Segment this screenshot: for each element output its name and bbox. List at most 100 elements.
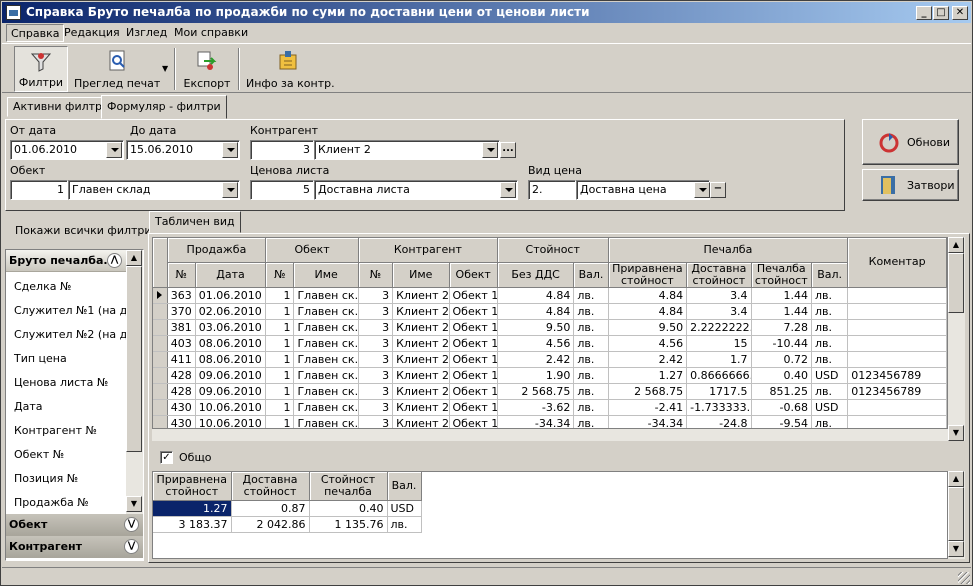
object-num-cell[interactable]: 1 bbox=[265, 335, 295, 352]
client-name-cell[interactable]: Клиент 2 bbox=[392, 399, 450, 416]
sale-num-cell[interactable]: 381 bbox=[167, 319, 196, 336]
profit-currency-cell[interactable]: лв. bbox=[811, 287, 849, 304]
row-indicator[interactable] bbox=[153, 351, 168, 368]
sale-num-cell[interactable]: 430 bbox=[167, 415, 196, 428]
profit-currency-cell[interactable]: лв. bbox=[811, 319, 849, 336]
value-currency-cell[interactable]: лв. bbox=[573, 319, 609, 336]
sale-num-cell[interactable]: 430 bbox=[167, 399, 196, 416]
list-item[interactable]: Продажба № bbox=[14, 496, 89, 509]
client-object-cell[interactable]: Обект 1 bbox=[449, 367, 498, 384]
table-row[interactable]: 428 09.06.2010 1 Главен ск... 3 Клиент 2 Обект… bbox=[153, 367, 947, 384]
client-browse-button[interactable]: ... bbox=[500, 142, 516, 158]
comment-cell[interactable]: 0123456789 bbox=[847, 383, 947, 400]
sale-num-cell[interactable]: 370 bbox=[167, 303, 196, 320]
profit-value-cell[interactable]: 0.40 bbox=[751, 367, 812, 384]
client-name-cell[interactable]: Клиент 2 bbox=[392, 319, 450, 336]
client-name-cell[interactable]: Клиент 2 bbox=[392, 383, 450, 400]
value-currency-cell[interactable]: лв. bbox=[573, 367, 609, 384]
field-list-scrollbar[interactable]: ▲ ▼ bbox=[126, 250, 143, 514]
object-name-cell[interactable]: Главен ск... bbox=[293, 303, 359, 320]
pricelist-code-input[interactable]: 5 bbox=[250, 180, 314, 200]
profit-value-cell[interactable]: -9.54 bbox=[751, 415, 812, 428]
price-type-clear-button[interactable]: − bbox=[710, 182, 726, 198]
table-row[interactable]: 1.27 0.87 0.40 USD bbox=[153, 500, 422, 517]
tab-table-view[interactable]: Табличен вид bbox=[149, 211, 241, 233]
value-currency-cell[interactable]: лв. bbox=[573, 351, 609, 368]
group-object[interactable]: Обект ⋁ bbox=[6, 514, 143, 536]
value-no-vat-cell[interactable]: 1.90 bbox=[497, 367, 575, 384]
chevron-down-icon[interactable]: ⋁ bbox=[124, 539, 139, 554]
equalized-value-cell[interactable]: 4.56 bbox=[608, 335, 688, 352]
maximize-button[interactable]: □ bbox=[933, 6, 949, 20]
sale-num-cell[interactable]: 428 bbox=[167, 383, 196, 400]
list-item[interactable]: Дата bbox=[14, 400, 42, 413]
value-no-vat-cell[interactable]: -34.34 bbox=[497, 415, 575, 428]
client-object-cell[interactable]: Обект 1 bbox=[449, 415, 498, 428]
value-no-vat-cell[interactable]: 4.56 bbox=[497, 335, 575, 352]
value-currency-cell[interactable]: лв. bbox=[573, 415, 609, 428]
delivery-value-cell[interactable]: 1717.5 bbox=[686, 383, 752, 400]
list-item[interactable]: Ценова листа № bbox=[14, 376, 108, 389]
export-button[interactable]: Експорт bbox=[182, 46, 232, 92]
value-currency-cell[interactable]: лв. bbox=[573, 335, 609, 352]
pricelist-dropdown-icon[interactable] bbox=[500, 182, 516, 198]
list-item[interactable]: Обект № bbox=[14, 448, 64, 461]
totals-profit-cell[interactable]: 0.40 bbox=[309, 500, 388, 517]
scroll-thumb[interactable] bbox=[126, 266, 142, 452]
object-name-cell[interactable]: Главен ск... bbox=[293, 319, 359, 336]
client-name-cell[interactable]: Клиент 2 bbox=[392, 351, 450, 368]
list-item[interactable]: Контрагент № bbox=[14, 424, 97, 437]
delivery-value-cell[interactable]: 2.2222222... bbox=[686, 319, 752, 336]
object-name-cell[interactable]: Главен ск... bbox=[293, 399, 359, 416]
equalized-value-cell[interactable]: 2 568.75 bbox=[608, 383, 688, 400]
current-row-arrow-icon[interactable] bbox=[153, 287, 168, 304]
object-num-cell[interactable]: 1 bbox=[265, 303, 295, 320]
client-dropdown-icon[interactable] bbox=[482, 142, 498, 158]
object-num-cell[interactable]: 1 bbox=[265, 383, 295, 400]
profit-currency-cell[interactable]: лв. bbox=[811, 303, 849, 320]
price-type-dropdown-icon[interactable] bbox=[694, 182, 710, 198]
totals-checkbox[interactable]: ✓ bbox=[160, 451, 173, 464]
profit-value-cell[interactable]: 851.25 bbox=[751, 383, 812, 400]
totals-scrollbar[interactable]: ▲ ▼ bbox=[948, 471, 965, 559]
client-name-input[interactable]: Клиент 2 bbox=[314, 140, 500, 160]
delivery-value-cell[interactable]: -1.733333... bbox=[686, 399, 752, 416]
equalized-value-cell[interactable]: 4.84 bbox=[608, 303, 688, 320]
table-row[interactable]: 430 10.06.2010 1 Главен ск... 3 Клиент 2 Обект… bbox=[153, 415, 947, 428]
sale-num-cell[interactable]: 428 bbox=[167, 367, 196, 384]
profit-value-cell[interactable]: 7.28 bbox=[751, 319, 812, 336]
col-client-name[interactable]: Име bbox=[392, 262, 450, 288]
row-indicator[interactable] bbox=[153, 415, 168, 428]
value-no-vat-cell[interactable]: 2.42 bbox=[497, 351, 575, 368]
client-info-button[interactable]: Инфо за контр. bbox=[246, 46, 335, 92]
price-type-name-input[interactable]: Доставна цена bbox=[576, 180, 710, 200]
client-num-cell[interactable]: 3 bbox=[358, 335, 394, 352]
delivery-value-cell[interactable]: 0.8666666... bbox=[686, 367, 752, 384]
client-object-cell[interactable]: Обект 1 bbox=[449, 303, 498, 320]
profit-currency-cell[interactable]: лв. bbox=[811, 415, 849, 428]
delivery-value-cell[interactable]: 1.7 bbox=[686, 351, 752, 368]
client-object-cell[interactable]: Обект 1 bbox=[449, 287, 498, 304]
comment-cell[interactable] bbox=[847, 399, 947, 416]
object-code-input[interactable]: 1 bbox=[10, 180, 68, 200]
object-name-input[interactable]: Главен склад bbox=[68, 180, 240, 200]
col-value-currency[interactable]: Вал. bbox=[573, 262, 609, 288]
totals-cur-cell[interactable]: USD bbox=[387, 500, 422, 517]
table-row[interactable]: 428 09.06.2010 1 Главен ск... 3 Клиент 2 Обект… bbox=[153, 383, 947, 400]
client-num-cell[interactable]: 3 bbox=[358, 287, 394, 304]
table-row[interactable]: 430 10.06.2010 1 Главен ск... 3 Клиент 2 Обект… bbox=[153, 399, 947, 416]
col-client-object[interactable]: Обект bbox=[449, 262, 498, 288]
value-no-vat-cell[interactable]: -3.62 bbox=[497, 399, 575, 416]
scroll-thumb[interactable] bbox=[948, 253, 964, 313]
sale-date-cell[interactable]: 10.06.2010 bbox=[195, 399, 267, 416]
equalized-value-cell[interactable]: -2.41 bbox=[608, 399, 688, 416]
to-date-dropdown-icon[interactable] bbox=[222, 142, 238, 158]
sale-date-cell[interactable]: 08.06.2010 bbox=[195, 335, 267, 352]
show-all-filters-link[interactable]: Покажи всички филтри bbox=[15, 224, 152, 237]
client-object-cell[interactable]: Обект 1 bbox=[449, 351, 498, 368]
equalized-value-cell[interactable]: 9.50 bbox=[608, 319, 688, 336]
menu-my-reports[interactable]: Мои справки bbox=[170, 24, 252, 42]
sale-date-cell[interactable]: 03.06.2010 bbox=[195, 319, 267, 336]
value-currency-cell[interactable]: лв. bbox=[573, 303, 609, 320]
comment-cell[interactable] bbox=[847, 335, 947, 352]
